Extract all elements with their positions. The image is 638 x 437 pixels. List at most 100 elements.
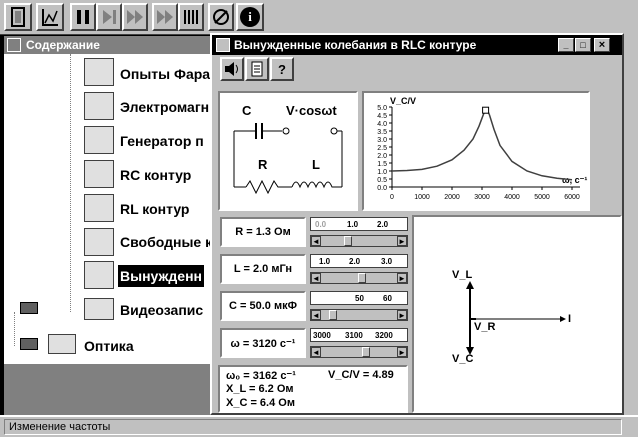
r-scale: 0.0 1.0 2.0: [310, 217, 408, 231]
c-slider-thumb[interactable]: [329, 310, 338, 320]
tree-item-rc[interactable]: RC контур: [120, 167, 191, 183]
document-icon: [251, 61, 263, 77]
window-icon: [216, 38, 230, 52]
tree-item-forced[interactable]: Вынужденн: [118, 265, 204, 287]
plot-icon: [42, 9, 58, 26]
forced-oscillations-icon[interactable]: [84, 261, 114, 289]
x-axis-label: ω, c⁻¹: [562, 175, 587, 185]
x-tick-label: 0: [390, 194, 394, 201]
exit-button[interactable]: [4, 3, 32, 31]
resistor-label: R: [258, 157, 268, 172]
pause-button[interactable]: [70, 3, 96, 31]
contents-title: Содержание: [4, 36, 214, 54]
l-scale: 1.0 2.0 3.0: [310, 254, 408, 268]
tree-item-generator[interactable]: Генератор п: [120, 133, 204, 149]
maximize-icon: □: [580, 40, 586, 50]
l-slider[interactable]: ◄ ►: [310, 272, 408, 284]
r-slider[interactable]: ◄ ►: [310, 235, 408, 247]
l-left-arrow[interactable]: ◄: [311, 273, 321, 283]
pause-icon: [77, 10, 89, 24]
y-tick-label: 1.5: [377, 161, 387, 168]
resonance-chart-panel: 0.0 0.5 1.0 1.5 2.0 2.5 3.0 3.5 4.0 4.5 5.0 0 1000 20…: [362, 91, 590, 211]
inductor-label: L: [312, 157, 320, 172]
xl-result: X_L = 6.2 Ом: [226, 383, 294, 395]
tree-item-electromagnet[interactable]: Электромагн: [120, 99, 209, 115]
electromagnet-icon[interactable]: [84, 92, 114, 120]
param-w-row: ω = 3120 c⁻¹ 3000 3100 3200 ◄ ►: [212, 326, 412, 364]
c-slider[interactable]: ◄ ►: [310, 309, 408, 321]
l-tick-1: 2.0: [349, 257, 361, 266]
i-label: I: [568, 313, 572, 325]
w-slider-thumb[interactable]: [361, 347, 370, 357]
sound-off-button[interactable]: [208, 3, 234, 31]
maximize-button[interactable]: □: [575, 38, 591, 52]
param-c-row: C = 50.0 мкФ 50 60 ◄ ►: [212, 289, 412, 327]
tree-item-optics[interactable]: Оптика: [84, 338, 134, 354]
phasor-diagram: [466, 281, 566, 355]
vc-label: V_C: [452, 353, 474, 365]
skip-button[interactable]: [152, 3, 178, 31]
tree-line: [14, 312, 15, 346]
w-right-arrow[interactable]: ►: [397, 347, 407, 357]
main-toolbar: i: [0, 0, 638, 35]
r-slider-thumb[interactable]: [343, 236, 352, 246]
closed-book-icon: [20, 338, 38, 350]
c-right-arrow[interactable]: ►: [397, 310, 407, 320]
y-tick-label: 0.0: [377, 185, 387, 192]
l-right-arrow[interactable]: ►: [397, 273, 407, 283]
info-button[interactable]: i: [236, 3, 264, 31]
minimize-button[interactable]: _: [558, 38, 574, 52]
c-left-arrow[interactable]: ◄: [311, 310, 321, 320]
tree-empty-area: [4, 364, 210, 415]
step-button[interactable]: [96, 3, 122, 31]
rc-circuit-icon[interactable]: [84, 160, 114, 188]
fast-forward-button[interactable]: [122, 3, 148, 31]
help-button[interactable]: ?: [270, 57, 294, 81]
x-tick-label: 2000: [444, 194, 460, 201]
w-left-arrow[interactable]: ◄: [311, 347, 321, 357]
contents-tree: Содержание Опыты Фара Электромагн Генера…: [4, 36, 214, 364]
r-left-arrow[interactable]: ◄: [311, 236, 321, 246]
tree-item-faraday[interactable]: Опыты Фара: [120, 66, 210, 82]
description-button[interactable]: [245, 57, 269, 81]
generator-icon[interactable]: [84, 126, 114, 154]
rl-circuit-icon[interactable]: [84, 194, 114, 222]
c-scale: 50 60: [310, 291, 408, 305]
c-tick-1: 60: [383, 294, 392, 303]
r-tick-2: 2.0: [377, 220, 389, 229]
r-right-arrow[interactable]: ►: [397, 236, 407, 246]
free-oscillations-icon[interactable]: [84, 228, 114, 256]
w-slider[interactable]: ◄ ►: [310, 346, 408, 358]
y-tick-label: 3.5: [377, 129, 387, 136]
door-icon: [11, 7, 25, 27]
optics-icon[interactable]: [48, 334, 76, 354]
graph-mode-button[interactable]: [36, 3, 64, 31]
y-tick-label: 3.0: [377, 137, 387, 144]
tree-item-rl[interactable]: RL контур: [120, 201, 190, 217]
xc-result: X_C = 6.4 Ом: [226, 397, 295, 409]
r-tick-1: 1.0: [347, 220, 359, 229]
end-button[interactable]: [178, 3, 204, 31]
close-button[interactable]: ×: [594, 38, 610, 52]
video-icon[interactable]: [84, 298, 114, 320]
x-tick-label: 6000: [564, 194, 580, 201]
sound-button[interactable]: [220, 57, 244, 81]
phasor-panel: V_L V_R V_C I: [412, 215, 622, 413]
x-tick-label: 5000: [534, 194, 550, 201]
tree-line: [70, 54, 71, 312]
status-bar: Изменение частоты: [0, 415, 638, 437]
to-end-icon: [184, 10, 198, 24]
app-root: i Содержание Опыты Фара Электромагн Гене…: [0, 0, 638, 437]
i-arrowhead: [560, 316, 566, 322]
close-icon: ×: [598, 39, 606, 51]
right-scrollbar[interactable]: [624, 33, 638, 415]
y-tick-label: 2.5: [377, 145, 387, 152]
param-l-row: L = 2.0 мГн 1.0 2.0 3.0 ◄ ►: [212, 252, 412, 290]
l-slider-thumb[interactable]: [358, 273, 366, 283]
tree-item-video[interactable]: Видеозапис: [120, 302, 203, 318]
minimize-icon: _: [563, 40, 569, 50]
faraday-icon[interactable]: [84, 58, 114, 86]
tree-item-free[interactable]: Свободные к: [120, 234, 212, 250]
book-icon: [7, 38, 21, 52]
contents-title-label: Содержание: [26, 38, 100, 52]
